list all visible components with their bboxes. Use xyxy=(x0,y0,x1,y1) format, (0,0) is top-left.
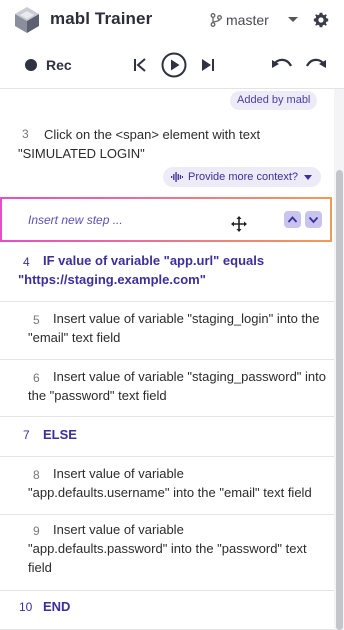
step-row[interactable]: 7 ELSE xyxy=(0,417,334,457)
chevron-down-icon xyxy=(308,216,319,224)
insert-step-input[interactable]: Insert new step ... xyxy=(28,213,123,227)
step-row[interactable]: 6 Insert value of variable "staging_pass… xyxy=(0,360,334,417)
skip-forward-icon[interactable] xyxy=(200,57,216,73)
toolbar-divider xyxy=(0,88,344,89)
scrollbar-thumb[interactable] xyxy=(336,170,343,630)
step-row[interactable]: 5 Insert value of variable "staging_logi… xyxy=(0,302,334,360)
redo-icon[interactable] xyxy=(305,56,327,72)
chevron-down-icon[interactable] xyxy=(288,17,298,22)
step-text: IF value of variable "app.url" equals "h… xyxy=(18,253,265,287)
caret-down-icon xyxy=(304,174,313,180)
step-text: Click on the <span> element with text "S… xyxy=(18,127,261,161)
branch-name: master xyxy=(226,12,269,28)
step-text: Insert value of variable "staging_login"… xyxy=(28,311,320,345)
step-row[interactable]: 9 Insert value of variable "app.defaults… xyxy=(0,515,334,591)
move-step-up-button[interactable] xyxy=(284,211,301,228)
mabl-logo-icon xyxy=(15,7,39,33)
record-dot-icon[interactable] xyxy=(25,59,37,71)
step-text: Insert value of variable "app.defaults.p… xyxy=(28,522,307,575)
gear-icon[interactable] xyxy=(313,12,329,28)
app-title: mabl Trainer xyxy=(50,9,153,28)
skip-back-icon[interactable] xyxy=(132,57,148,73)
branch-icon xyxy=(210,13,222,27)
step-number: 10 xyxy=(19,600,33,614)
provide-context-button[interactable]: Provide more context? xyxy=(163,167,321,187)
waveform-icon xyxy=(171,172,183,182)
step-row[interactable]: 8 Insert value of variable "app.defaults… xyxy=(0,457,334,515)
step-text: END xyxy=(43,599,71,614)
step-text: Insert value of variable "staging_passwo… xyxy=(28,369,326,403)
play-icon[interactable] xyxy=(161,52,187,78)
step-row[interactable]: 10 END xyxy=(0,591,334,630)
step-row[interactable]: 4 IF value of variable "app.url" equals … xyxy=(0,244,334,302)
header: mabl Trainer master xyxy=(0,0,344,42)
move-cursor-icon xyxy=(231,216,247,232)
step-text: Insert value of variable "app.defaults.u… xyxy=(28,466,312,500)
step-number: 7 xyxy=(23,428,30,442)
chevron-up-icon xyxy=(287,216,298,223)
move-step-down-button[interactable] xyxy=(305,211,322,228)
provide-context-label: Provide more context? xyxy=(188,171,299,183)
rec-label[interactable]: Rec xyxy=(46,57,72,73)
branch-selector[interactable]: master xyxy=(210,12,269,28)
added-by-badge: Added by mabl xyxy=(230,91,318,110)
step-text: ELSE xyxy=(43,427,77,442)
undo-icon[interactable] xyxy=(271,56,293,72)
